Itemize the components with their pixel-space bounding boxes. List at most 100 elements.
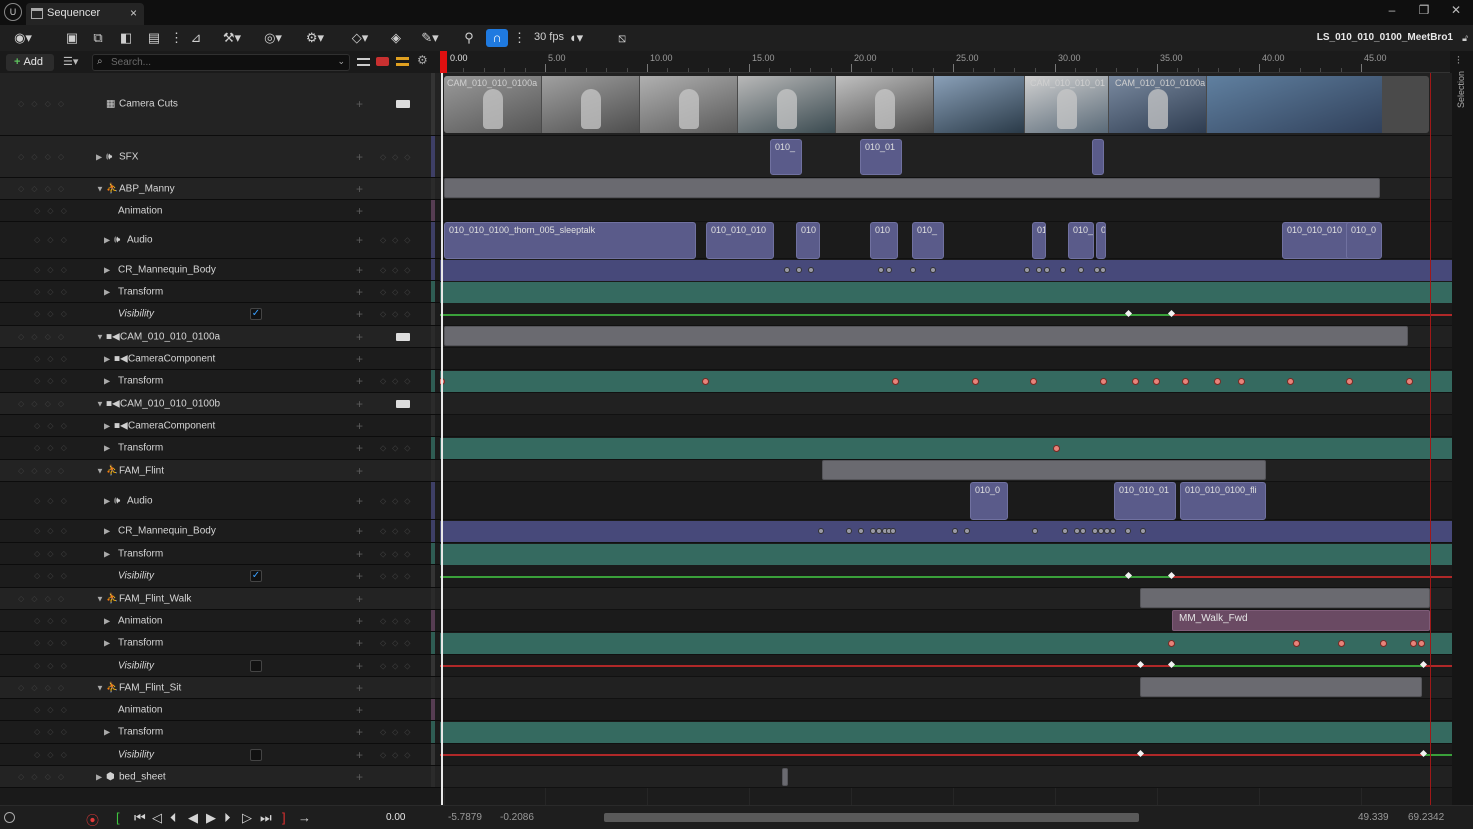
expand-closed-icon[interactable]: ▶: [104, 728, 110, 737]
track-row[interactable]: ⬦⬦⬦ ▶ Transform + ◇◇◇: [0, 543, 440, 565]
audio-section[interactable]: 010_0: [1346, 222, 1382, 259]
camera-cuts-section[interactable]: CAM_010_010_0100a CAM_010_010_01 CAM_010_0…: [444, 76, 1429, 133]
restore-button[interactable]: ❐: [1414, 3, 1434, 21]
tab-close-button[interactable]: ×: [130, 6, 137, 20]
jump-to-start-button[interactable]: ⏮: [134, 810, 146, 826]
current-time-field[interactable]: 0.00: [386, 812, 405, 823]
track-row[interactable]: ⬦⬦⬦ ▶ 🕪︎ Audio + ◇◇◇: [0, 482, 440, 520]
track-row[interactable]: ⬦⬦⬦ ▶ Transform + ◇◇◇: [0, 632, 440, 655]
search-box[interactable]: ⌕ ⌄: [92, 54, 350, 71]
key-navigation-icons[interactable]: ◇◇◇: [380, 265, 416, 274]
key-interp-icon[interactable]: ◇▾: [345, 29, 375, 47]
track-lock-mute-icons[interactable]: ⬦⬦⬦⬦: [18, 593, 71, 604]
track-lock-mute-icons[interactable]: ⬦⬦⬦: [34, 660, 74, 671]
keyframe[interactable]: [1238, 378, 1245, 385]
add-subtrack-button[interactable]: +: [356, 592, 363, 606]
close-window-button[interactable]: ✕: [1446, 3, 1466, 21]
time-ruler[interactable]: 5.00 10.00 15.00 20.00 25.00 30.00 35.00 40.00 4…: [440, 51, 1450, 73]
track-row[interactable]: ⬦⬦⬦⬦ ▼ ■◀ CAM_010_010_0100b +: [0, 393, 440, 415]
expand-open-icon[interactable]: ▼: [96, 399, 104, 408]
marker-icon[interactable]: ⚲: [462, 29, 476, 47]
next-key-button[interactable]: ▷: [242, 810, 252, 826]
add-subtrack-button[interactable]: +: [356, 636, 363, 650]
keyframe[interactable]: [1032, 528, 1038, 534]
track-lock-mute-icons[interactable]: ⬦⬦⬦: [34, 205, 74, 216]
play-reverse-button[interactable]: ◀: [188, 810, 198, 826]
add-subtrack-button[interactable]: +: [356, 150, 363, 164]
track-lock-mute-icons[interactable]: ⬦⬦⬦⬦: [18, 465, 71, 476]
playback-options-icon[interactable]: ⚙▾: [300, 29, 330, 47]
visibility-checkbox[interactable]: ✓: [250, 570, 262, 582]
keyframe[interactable]: [818, 528, 824, 534]
expand-closed-icon[interactable]: ▶: [104, 549, 110, 558]
sfx-audio-section[interactable]: 010_: [770, 139, 802, 175]
add-subtrack-button[interactable]: +: [356, 524, 363, 538]
expand-closed-icon[interactable]: ▶: [104, 236, 110, 245]
track-lock-mute-icons[interactable]: ⬦⬦⬦: [34, 749, 74, 760]
keyframe[interactable]: [1182, 378, 1189, 385]
track-lock-mute-icons[interactable]: ⬦⬦⬦: [34, 526, 74, 537]
transform-section[interactable]: [440, 371, 1452, 392]
track-row[interactable]: ⬦⬦⬦⬦ ▶ ⬢ bed_sheet +: [0, 766, 440, 788]
keyframe[interactable]: [1060, 267, 1066, 273]
expand-closed-icon[interactable]: ▶: [104, 444, 110, 453]
audio-section[interactable]: 010: [796, 222, 820, 259]
audio-section[interactable]: 010_010_0100_thorn_005_sleeptalk: [444, 222, 696, 259]
render-movie-icon[interactable]: ◧: [118, 29, 134, 47]
key-navigation-icons[interactable]: ◇◇◇: [380, 750, 416, 759]
expand-closed-icon[interactable]: ▶: [104, 377, 110, 386]
visibility-checkbox[interactable]: [250, 748, 262, 761]
keyframe[interactable]: [702, 378, 709, 385]
keyframe-edit-icon[interactable]: ⊿: [188, 29, 204, 47]
actor-range-bar[interactable]: [1140, 588, 1430, 608]
sfx-audio-section[interactable]: [1092, 139, 1104, 175]
keyframe[interactable]: [1287, 378, 1294, 385]
audio-section[interactable]: 010_0: [1096, 222, 1106, 259]
track-lock-mute-icons[interactable]: ⬦⬦⬦: [34, 704, 74, 715]
track-row[interactable]: ⬦⬦⬦⬦ ▶ 🕪︎ SFX + ◇◇◇: [0, 136, 440, 178]
track-lock-mute-icons[interactable]: ⬦⬦⬦: [34, 615, 74, 626]
working-end[interactable]: 69.2342: [1408, 812, 1444, 823]
track-row[interactable]: ⬦⬦⬦ ▶ Transform + ◇◇◇: [0, 721, 440, 744]
track-row[interactable]: ⬦⬦⬦⬦ ▼ ⛹ FAM_Flint +: [0, 460, 440, 482]
key-navigation-icons[interactable]: ◇◇◇: [380, 527, 416, 536]
audio-section[interactable]: 010: [1032, 222, 1046, 259]
play-button[interactable]: ▶: [206, 810, 216, 826]
add-subtrack-button[interactable]: +: [356, 547, 363, 561]
keyframe[interactable]: [886, 267, 892, 273]
key-navigation-icons[interactable]: ◇◇◇: [380, 496, 416, 505]
keyframe[interactable]: [846, 528, 852, 534]
edit-mode-icon[interactable]: ✎▾: [416, 29, 444, 47]
add-subtrack-button[interactable]: +: [356, 397, 363, 411]
jump-to-end-button[interactable]: ⏭: [260, 810, 272, 826]
track-lock-mute-icons[interactable]: ⬦⬦⬦: [34, 571, 74, 582]
track-lock-mute-icons[interactable]: ⬦⬦⬦⬦: [18, 771, 71, 782]
transform-section[interactable]: [440, 633, 1452, 654]
track-row[interactable]: ⬦⬦⬦ ▶ ■◀ CameraComponent +: [0, 348, 440, 370]
track-lock-mute-icons[interactable]: ⬦⬦⬦: [34, 309, 74, 320]
add-subtrack-button[interactable]: +: [356, 770, 363, 784]
snap-options-icon[interactable]: ⋮: [513, 29, 526, 47]
track-row[interactable]: ⬦⬦⬦ Visibility + ◇◇◇: [0, 655, 440, 677]
keyframe[interactable]: [1080, 528, 1086, 534]
timeline-scrollbar[interactable]: [604, 813, 1139, 822]
track-lock-mute-icons[interactable]: ⬦⬦⬦⬦: [18, 99, 71, 110]
key-navigation-icons[interactable]: ◇◇◇: [380, 310, 416, 319]
expand-open-icon[interactable]: ▼: [96, 594, 104, 603]
keyframe[interactable]: [878, 267, 884, 273]
track-row[interactable]: ⬦⬦⬦ ▶ ■◀ CameraComponent +: [0, 415, 440, 437]
add-subtrack-button[interactable]: +: [356, 681, 363, 695]
animation-section[interactable]: MM_Walk_Fwd: [1172, 610, 1430, 631]
add-subtrack-button[interactable]: +: [356, 464, 363, 478]
timeline-area[interactable]: CAM_010_010_0100a CAM_010_010_01 CAM_010_0…: [440, 73, 1452, 805]
expand-open-icon[interactable]: ▼: [96, 332, 104, 341]
visibility-checkbox[interactable]: ✓: [250, 308, 262, 320]
track-lock-mute-icons[interactable]: ⬦⬦⬦: [34, 353, 74, 364]
keyframe[interactable]: [930, 267, 936, 273]
track-row[interactable]: ⬦⬦⬦ ▶ CR_Mannequin_Body + ◇◇◇: [0, 520, 440, 543]
settings-gear-icon[interactable]: ⚙: [417, 53, 430, 67]
track-row[interactable]: ⬦⬦⬦ ▶ Transform + ◇◇◇: [0, 437, 440, 460]
track-row[interactable]: ⬦⬦⬦⬦ ▼ ■◀ CAM_010_010_0100a +: [0, 326, 440, 348]
add-subtrack-button[interactable]: +: [356, 569, 363, 583]
minimize-button[interactable]: –: [1382, 3, 1402, 21]
